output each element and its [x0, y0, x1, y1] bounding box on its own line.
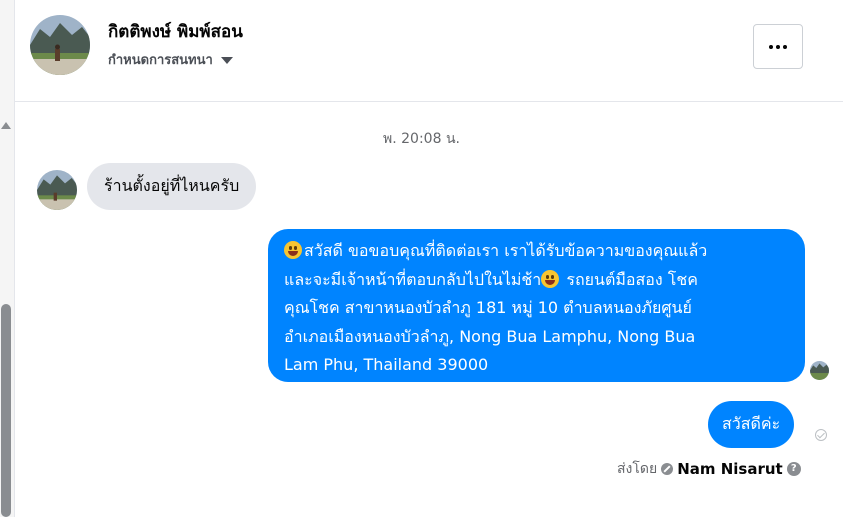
message-line: Lam Phu, Thailand 39000 — [284, 355, 489, 374]
message-line: สวัสดี ขอขอบคุณที่ติดต่อเรา เราได้รับข้อ… — [284, 237, 795, 266]
reply-message-bubble[interactable]: สวัสดีค่ะ — [708, 401, 795, 448]
contact-avatar[interactable] — [30, 15, 90, 75]
subtitle-label: กำหนดการสนทนา — [108, 53, 213, 68]
auto-reply-message-bubble[interactable]: สวัสดี ขอขอบคุณที่ติดต่อเรา เราได้รับข้อ… — [268, 229, 805, 382]
contact-name[interactable]: กิตติพงษ์ พิมพ์สอน — [108, 18, 243, 45]
incoming-message-bubble[interactable]: ร้านตั้งอยู่ที่ไหนครับ — [87, 163, 257, 210]
grinning-emoji-icon — [284, 241, 302, 259]
sent-check-icon — [815, 429, 827, 441]
avatar-photo — [37, 170, 77, 210]
message-timestamp: พ. 20:08 น. — [383, 131, 460, 147]
scroll-thumb[interactable] — [1, 304, 11, 517]
avatar-photo — [30, 15, 90, 75]
sent-by-label: ส่งโดย — [617, 461, 658, 477]
more-horizontal-icon — [769, 44, 773, 49]
message-line: และจะมีเจ้าหน้าที่ตอบกลับไปในไม่ช้า รถยน… — [284, 269, 698, 289]
sender-name[interactable]: Nam Nisarut — [677, 460, 783, 478]
help-icon[interactable]: ? — [786, 462, 801, 476]
read-receipt-avatar — [810, 361, 829, 380]
conversation-header: กิตติพงษ์ พิมพ์สอน กำหนดการสนทนา — [15, 0, 843, 102]
conversation-schedule-dropdown[interactable]: กำหนดการสนทนา — [108, 49, 233, 70]
edit-pencil-icon — [661, 463, 674, 475]
caret-down-icon — [220, 56, 233, 64]
avatar-photo — [810, 361, 829, 380]
message-line: อำเภอเมืองหนองบัวลำภู, Nong Bua Lamphu, … — [284, 326, 696, 346]
grinning-emoji-icon — [541, 269, 560, 288]
message-line: คุณโชค สาขาหนองบัวลำภู 181 หมู่ 10 ตำบลห… — [284, 298, 692, 317]
scrollbar[interactable] — [0, 0, 15, 517]
more-options-button[interactable] — [753, 24, 803, 69]
sent-by-info: ส่งโดย Nam Nisarut ? — [617, 458, 801, 480]
sender-avatar[interactable] — [37, 170, 77, 210]
